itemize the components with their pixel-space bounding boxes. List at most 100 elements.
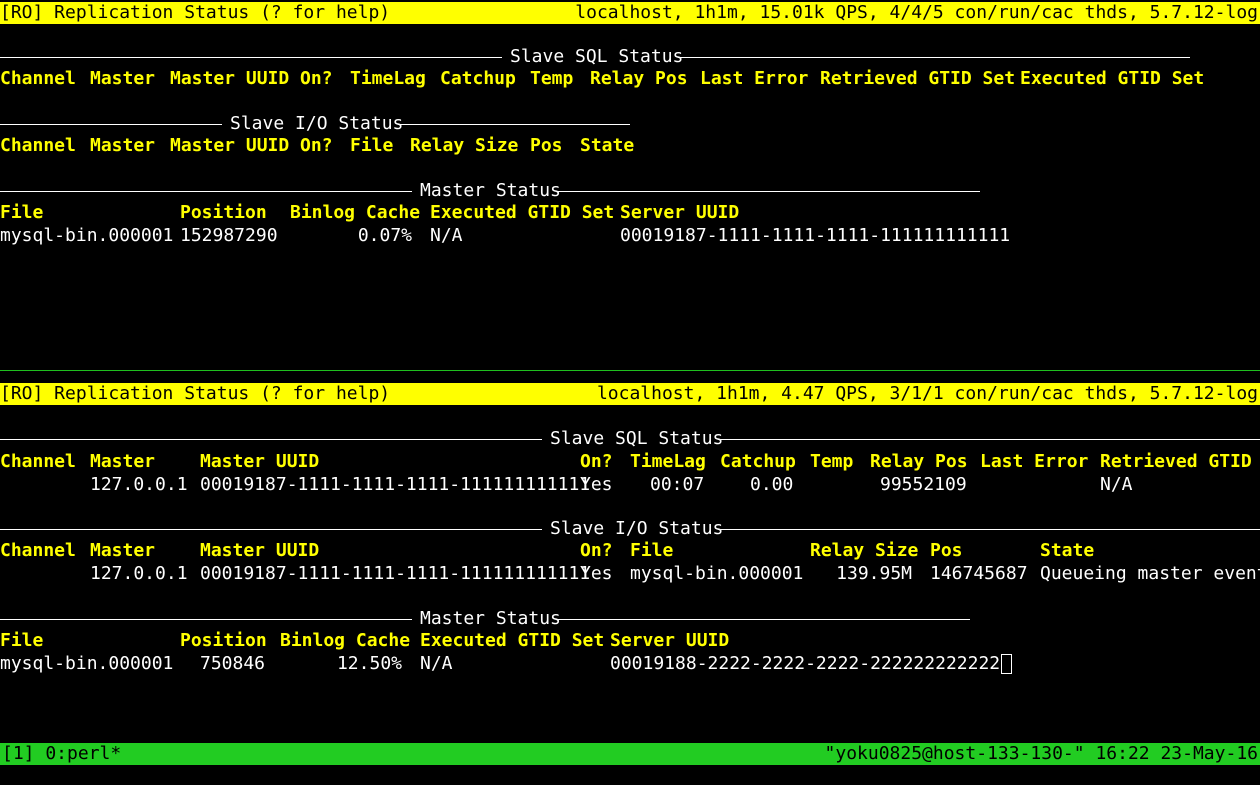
pane2-slave-io-title: Slave I/O Status (550, 518, 724, 539)
table-cell: N/A (1100, 474, 1133, 495)
column-header: File (350, 135, 394, 156)
pane2-header-info: localhost, 1h1m, 4.47 QPS, 3/1/1 con/run… (596, 383, 1258, 404)
table-cell: 0.07% (357, 225, 412, 246)
table-cell: 127.0.0.1 (90, 474, 188, 495)
pane2-slave-sql-header: Channel Master Master UUID On? TimeLag C… (0, 451, 1260, 473)
column-header: Temp (530, 68, 574, 89)
column-header: Channel (0, 451, 76, 472)
column-header: On? (300, 68, 333, 89)
table-cell: 146745687 (930, 563, 1028, 584)
column-header: Catchup (720, 451, 796, 472)
table-cell: Yes (580, 563, 613, 584)
pane1-header: [RO] Replication Status (? for help) loc… (0, 2, 1260, 24)
column-header: File (0, 202, 44, 223)
pane2-slave-sql-row: 127.0.0.1 00019187-1111-1111-1111-111111… (0, 474, 1260, 496)
column-header: Executed GTID Set (1020, 68, 1205, 89)
pane1-slave-sql-rule: Slave SQL Status (0, 46, 1190, 68)
table-cell: mysql-bin.000001 (0, 653, 174, 674)
table-cell: 00019188-2222-2222-2222-222222222222 (610, 653, 1001, 674)
column-header: TimeLag (630, 451, 706, 472)
column-header: State (580, 135, 635, 156)
pane1-slave-sql-header: Channel Master Master UUID On? TimeLag C… (0, 68, 1260, 90)
pane-separator[interactable] (0, 370, 1260, 371)
column-header: Retrieved GTID S (1100, 451, 1260, 472)
column-header: Temp (810, 451, 854, 472)
column-header: Master (90, 135, 156, 156)
column-header: Master UUID (200, 451, 320, 472)
column-header: Relay Pos (590, 68, 688, 89)
window-list[interactable]: [1] 0:perl* (2, 743, 121, 765)
table-cell: 12.50% (336, 653, 402, 674)
tmux-status-bar: [1] 0:perl* "yoku0825@host-133-130-" 16:… (0, 743, 1260, 765)
column-header: Server UUID (620, 202, 740, 223)
pane2-slave-io-rule: Slave I/O Status (0, 518, 1260, 540)
pane2-slave-io-header: Channel Master Master UUID On? File Rela… (0, 540, 1260, 562)
column-header: Pos (930, 540, 963, 561)
column-header: Executed GTID Set (420, 630, 605, 651)
pane2-master-row: mysql-bin.000001 750846 12.50% N/A 00019… (0, 653, 1260, 675)
table-cell: Yes (580, 474, 613, 495)
table-cell: N/A (420, 653, 453, 674)
status-right: "yoku0825@host-133-130-" 16:22 23-May-16 (824, 743, 1258, 764)
column-header: Channel (0, 135, 76, 156)
table-cell: 00019187-1111-1111-1111-111111111111 (620, 225, 1011, 246)
column-header: Relay Size (410, 135, 519, 156)
pane1-master-row: mysql-bin.000001 152987290 0.07% N/A 000… (0, 225, 1260, 247)
pane2-master-header: File Position Binlog Cache Executed GTID… (0, 630, 1260, 652)
table-cell-server-uuid: 00019188-2222-2222-2222-222222222222 (610, 653, 1013, 675)
table-cell: 0.00 (750, 474, 794, 495)
column-header: Binlog Cache (290, 202, 421, 223)
table-cell: mysql-bin.000001 (630, 563, 804, 584)
column-header: TimeLag (350, 68, 426, 89)
table-cell: mysql-bin.000001 (0, 225, 174, 246)
pane1-master-title: Master Status (420, 180, 561, 201)
column-header: Master UUID (200, 540, 320, 561)
column-header: Retrieved GTID Set (820, 68, 1016, 89)
column-header: On? (580, 540, 613, 561)
column-header: Master UUID (170, 68, 290, 89)
pane2-header-title: [RO] Replication Status (? for help) (0, 383, 391, 404)
column-header: Last Error (700, 68, 809, 89)
pane1-header-title: [RO] Replication Status (? for help) (0, 2, 391, 23)
column-header: Relay Size (810, 540, 919, 561)
column-header: Master UUID (170, 135, 290, 156)
pane2-header: [RO] Replication Status (? for help) loc… (0, 383, 1260, 405)
pane1-slave-io-header: Channel Master Master UUID On? File Rela… (0, 135, 1260, 157)
column-header: Pos (530, 135, 563, 156)
terminal-cursor (1001, 654, 1013, 674)
pane1-master-rule: Master Status (0, 180, 980, 202)
column-header: On? (580, 451, 613, 472)
column-header: On? (300, 135, 333, 156)
column-header: Server UUID (610, 630, 730, 651)
column-header: Last Error (980, 451, 1089, 472)
column-header: Catchup (440, 68, 516, 89)
pane2-slave-sql-title: Slave SQL Status (550, 428, 724, 449)
column-header: Position (180, 202, 267, 223)
column-header: State (1040, 540, 1095, 561)
column-header: File (0, 630, 44, 651)
pane1-slave-io-rule: Slave I/O Status (0, 113, 630, 135)
column-header: Channel (0, 68, 76, 89)
pane1-slave-io-title: Slave I/O Status (230, 113, 404, 134)
pane2-master-rule: Master Status (0, 608, 970, 630)
table-cell: 00:07 (650, 474, 705, 495)
pane2-master-title: Master Status (420, 608, 561, 629)
column-header: Master (90, 451, 156, 472)
table-cell: 152987290 (180, 225, 278, 246)
column-header: Binlog Cache (280, 630, 411, 651)
column-header: Relay Pos (870, 451, 968, 472)
column-header: Master (90, 540, 156, 561)
column-header: Channel (0, 540, 76, 561)
table-cell: Queueing master event (1040, 563, 1260, 584)
column-header: Executed GTID Set (430, 202, 615, 223)
pane2-slave-io-row: 127.0.0.1 00019187-1111-1111-1111-111111… (0, 563, 1260, 585)
table-cell: 00019187-1111-1111-1111-111111111111 (200, 563, 591, 584)
table-cell: 99552109 (880, 474, 967, 495)
pane1-header-info: localhost, 1h1m, 15.01k QPS, 4/4/5 con/r… (575, 2, 1258, 23)
pane1-slave-sql-title: Slave SQL Status (510, 46, 684, 67)
table-cell: 127.0.0.1 (90, 563, 188, 584)
table-cell: N/A (430, 225, 463, 246)
table-cell: 750846 (200, 653, 266, 674)
column-header: Position (180, 630, 267, 651)
table-cell: 139.95M (836, 563, 912, 584)
